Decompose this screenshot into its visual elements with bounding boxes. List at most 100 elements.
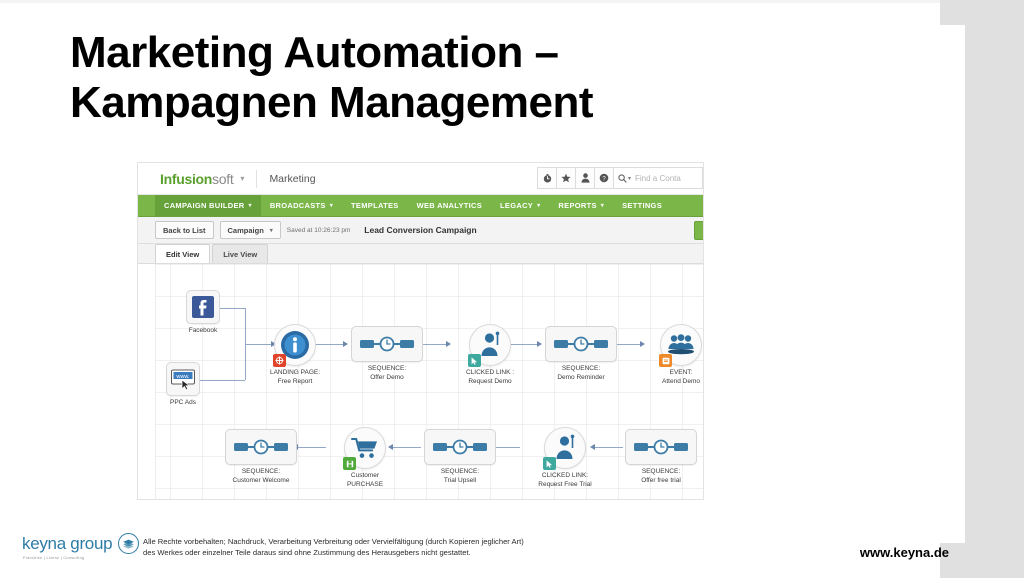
node-event-attend-demo[interactable]: EVENT: Attend Demo [644,324,703,386]
node-label-line1: Customer [350,472,380,479]
node-label-line1: SEQUENCE: [561,365,601,372]
infusionsoft-screenshot: Infusionsoft ▾ Marketing ? ▾ Find a Cont… [138,163,703,499]
node-sequence-trial-upsell[interactable]: SEQUENCE: Trial Upsell [423,429,497,485]
node-label: SEQUENCE: Demo Reminder [544,365,618,382]
node-label-line1: EVENT: [669,369,693,376]
node-label-line1: SEQUENCE: [641,468,681,475]
slide-top-notch [940,0,965,25]
event-node-circle [659,324,702,367]
node-label: SEQUENCE: Offer Demo [350,365,424,382]
keyna-logo-tagline: Franchise | Lizenz | Consulting [23,556,85,560]
node-label-line2: Free Report [277,377,313,385]
tab-label: Live View [223,249,258,259]
star-icon[interactable] [556,167,575,189]
nav-item-templates[interactable]: TEMPLATES [342,195,408,216]
node-sequence-offer-free-trial[interactable]: SEQUENCE: Offer free trial [624,429,698,485]
tab-live-view[interactable]: Live View [212,244,269,263]
node-label-line1: LANDING PAGE: [269,369,321,376]
badge-landing-page [273,354,286,367]
node-customer-purchase[interactable]: Customer PURCHASE [328,427,402,489]
node-label-line1: CLICKED LINK : [465,369,515,376]
svg-text:www.: www. [175,374,190,380]
chevron-down-icon: ▾ [329,203,334,209]
back-to-list-button[interactable]: Back to List [155,221,214,239]
legal-line1: Alle Rechte vorbehalten; Nachdruck, Vera… [143,537,524,546]
nav-label: WEB ANALYTICS [416,201,483,210]
campaign-menu-button[interactable]: Campaign ▾ [219,221,281,239]
slide-right-band [965,0,1024,578]
chevron-down-icon: ▾ [537,203,541,209]
tab-edit-view[interactable]: Edit View [155,244,211,263]
node-clicked-link-request-free-trial[interactable]: CLICKED LINK: Request Free Trial [522,427,608,489]
node-label-line1: PPC Ads [169,399,196,406]
logo-part-infusion: Infusion [160,170,213,187]
node-label-line1: SEQUENCE: [367,365,407,372]
legal-notice: Alle Rechte vorbehalten; Nachdruck, Vera… [143,537,663,558]
node-landing-page[interactable]: LANDING PAGE: Free Report [255,324,335,386]
nav-label: CAMPAIGN BUILDER [164,201,245,210]
cart-icon [351,438,377,458]
campaign-toolbar: Back to List Campaign ▾ Saved at 10:26:2… [138,217,703,244]
sequence-icon [634,439,688,455]
node-label-line2: PURCHASE [346,480,384,488]
logo-caret-icon[interactable]: ▾ [240,174,244,183]
sequence-node-box [545,326,617,362]
search-caret-icon[interactable]: ▾ [628,175,631,182]
sequence-node-box [625,429,697,465]
person-icon[interactable] [575,167,594,189]
node-label-line2: Offer free trial [641,476,681,484]
campaign-canvas[interactable]: Facebook www. PPC Ads LANDING PAGE: Free… [138,264,703,499]
keyna-logo-text-row: keyna group [22,533,140,554]
node-label-line2: Request Demo [468,377,512,385]
search-input[interactable]: ▾ Find a Conta [613,167,703,189]
node-sequence-offer-demo[interactable]: SEQUENCE: Offer Demo [350,326,424,382]
help-icon[interactable]: ? [594,167,613,189]
page-title-line2: Kampagnen Management [70,78,593,127]
node-label: Facebook [166,327,240,336]
app-header: Infusionsoft ▾ Marketing ? ▾ Find a Cont… [138,163,703,195]
back-to-list-label: Back to List [163,225,206,235]
node-label: SEQUENCE: Trial Upsell [423,468,497,485]
nav-label: TEMPLATES [351,201,399,210]
node-label: PPC Ads [146,399,220,408]
sequence-icon [234,439,288,455]
page-title: Marketing Automation – Kampagnen Managem… [70,28,830,128]
node-label-line2: Attend Demo [662,377,700,385]
node-label-line2: Demo Reminder [557,373,605,381]
node-facebook[interactable]: Facebook [166,290,240,336]
saved-status: Saved at 10:26:23 pm [286,226,351,234]
clock-icon[interactable] [537,167,556,189]
badge-clicked-link [543,457,556,470]
header-divider [256,169,258,188]
nav-label: SETTINGS [622,201,662,210]
node-ppc-ads[interactable]: www. PPC Ads [146,362,220,408]
clicked-link-node-circle [543,427,586,470]
node-sequence-demo-reminder[interactable]: SEQUENCE: Demo Reminder [544,326,618,382]
campaign-menu-label: Campaign [227,225,264,235]
badge-clicked-link [468,354,481,367]
node-sequence-customer-welcome[interactable]: SEQUENCE: Customer Welcome [224,429,298,485]
node-label-line2: Offer Demo [370,373,404,381]
node-label-line1: SEQUENCE: [440,468,480,475]
nav-item-web-analytics[interactable]: WEB ANALYTICS [408,195,491,216]
chevron-down-icon: ▾ [248,203,252,209]
footer-url: www.keyna.de [859,545,949,560]
page-title-line1: Marketing Automation – [70,28,559,77]
header-section-label: Marketing [269,172,316,185]
chevron-down-icon: ▾ [269,227,273,234]
publish-button[interactable] [694,221,703,240]
tab-label: Edit View [166,249,200,259]
node-label: EVENT: Attend Demo [644,369,703,386]
node-label-line2: Customer Welcome [232,476,290,484]
header-icon-group: ? ▾ Find a Conta [537,167,703,189]
landing-page-node-circle [273,324,316,367]
nav-item-settings[interactable]: SETTINGS [613,195,671,216]
nav-item-broadcasts[interactable]: BROADCASTS ▾ [261,195,342,216]
node-clicked-link-request-demo[interactable]: CLICKED LINK : Request Demo [450,324,530,386]
nav-item-campaign-builder[interactable]: CAMPAIGN BUILDER ▾ [155,195,261,216]
nav-item-reports[interactable]: REPORTS ▾ [549,195,613,216]
nav-item-legacy[interactable]: LEGACY ▾ [491,195,549,216]
connector-ppc-vert [245,344,246,380]
sequence-node-box [351,326,423,362]
view-tab-bar: Edit View Live View [138,244,703,264]
